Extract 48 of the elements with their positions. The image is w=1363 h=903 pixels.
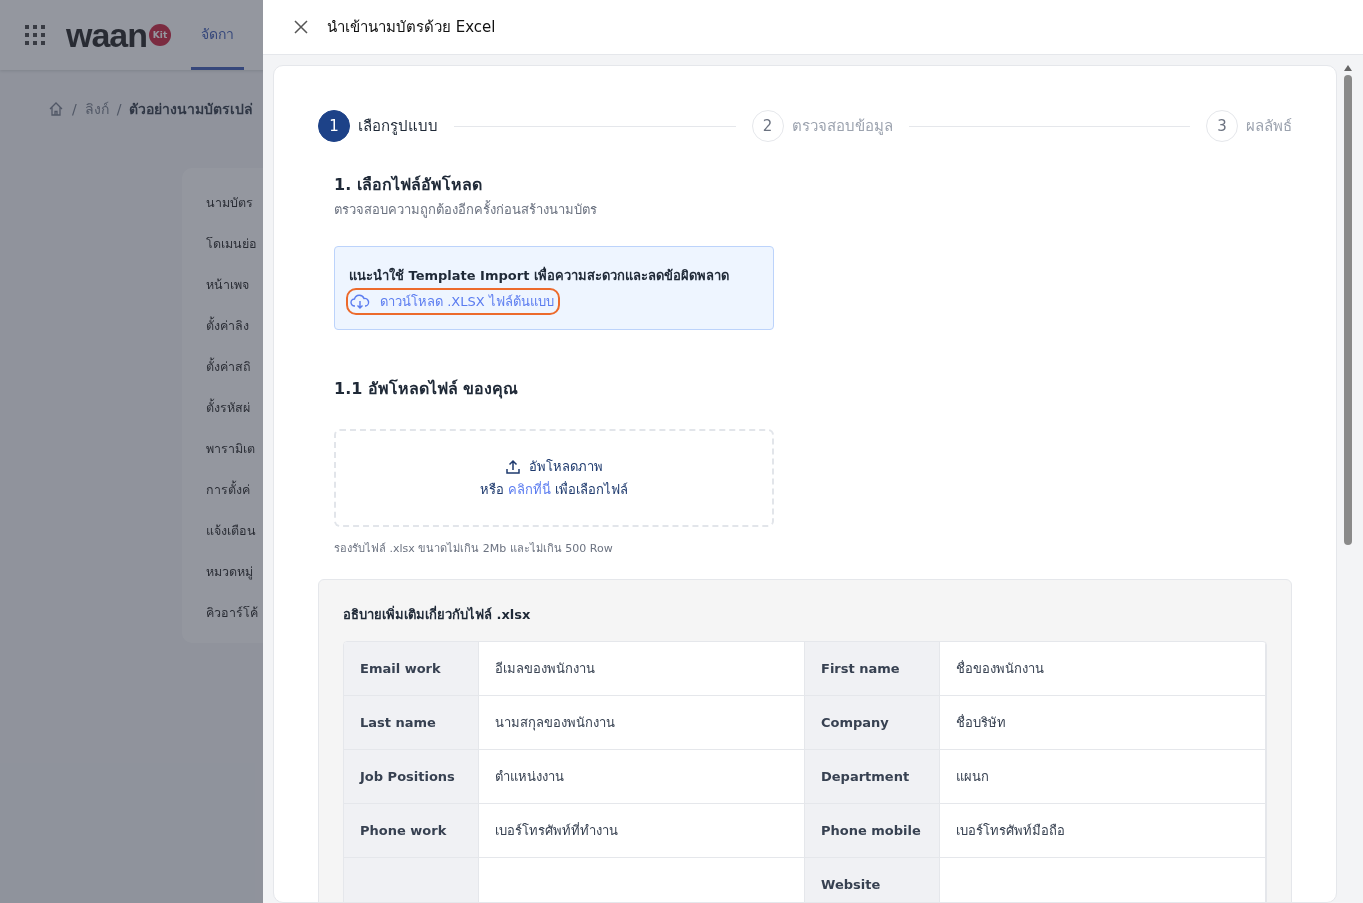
step[interactable]: 1 เลือกรูปแบบ <box>318 110 438 142</box>
breadcrumb-item[interactable]: ลิงก์ <box>84 98 109 120</box>
nav-tab[interactable]: จัดกา <box>191 0 245 70</box>
breadcrumb-item[interactable]: ตัวอย่างนามบัตรเปล่ <box>129 98 254 120</box>
field-description: ชื่อบริษัท <box>940 696 1266 750</box>
section-subtitle: ตรวจสอบความถูกต้องอีกครั้งก่อนสร้างนามบัตร <box>334 199 598 220</box>
menu-item[interactable]: การตั้งค่ <box>206 479 250 500</box>
upload-icon <box>505 458 521 475</box>
field-description: แผนก <box>940 750 1266 804</box>
apps-menu-icon[interactable] <box>24 24 46 46</box>
menu-item[interactable]: หมวดหมู่ <box>206 561 253 582</box>
step[interactable]: 3 ผลลัพธ์ <box>1206 110 1292 142</box>
field-label: Phone mobile <box>805 804 940 858</box>
notice-text: แนะนำใช้ Template Import เพื่อความสะดวกและลดข้อผิดพลาด <box>349 265 730 285</box>
upload-title: 1.1 อัพโหลดไฟล์ ของคุณ <box>334 378 520 401</box>
menu-item[interactable]: หน้าเพจ <box>206 274 249 295</box>
field-label: Company <box>805 696 940 750</box>
scroll-up-icon[interactable] <box>1344 65 1352 71</box>
menu-item[interactable]: โดเมนย่อ <box>206 233 257 254</box>
menu-item[interactable]: แจ้งเตือน <box>206 520 256 541</box>
menu-item[interactable]: พารามิเต <box>206 438 255 459</box>
download-link[interactable]: ดาวน์โหลด .XLSX ไฟล์ต้นแบบ <box>346 288 560 315</box>
field-label: Last name <box>344 696 479 750</box>
logo-badge: Kit <box>149 24 172 46</box>
field-label: First name <box>805 642 940 696</box>
field-label: Website <box>805 858 940 902</box>
info-title: อธิบายเพิ่มเติมเกี่ยวกับไฟล์ .xlsx <box>343 604 532 624</box>
field-label: Email work <box>344 642 479 696</box>
field-description: ชื่อของพนักงาน <box>940 642 1266 696</box>
menu-item[interactable]: นามบัตร <box>206 192 253 213</box>
step[interactable]: 2 ตรวจสอบข้อมูล <box>751 110 893 142</box>
field-label: Phone work <box>344 804 479 858</box>
section-title: 1. เลือกไฟล์อัพโหลด <box>334 174 483 196</box>
menu-item[interactable]: ตั้งค่าลิง <box>206 315 249 336</box>
file-dropzone[interactable]: อัพโหลดภาพ หรือ คลิกที่นี่ เพื่อเลือกไฟล์ <box>334 429 774 527</box>
drawer-title: นำเข้านามบัตรด้วย Excel <box>327 17 496 38</box>
menu-item[interactable]: คิวอาร์โค้ <box>206 602 258 623</box>
cloud-download-icon <box>350 293 370 310</box>
field-description: เบอร์โทรศัพท์มือถือ <box>940 804 1266 858</box>
home-icon[interactable] <box>48 101 64 117</box>
breadcrumb-separator: / <box>72 101 77 117</box>
logo-text: waan <box>66 18 148 52</box>
file-hint: รองรับไฟล์ .xlsx ขนาดไม่เกิน 2Mb และไม่เกิน 500 Row <box>334 541 614 557</box>
field-label: Department <box>805 750 940 804</box>
breadcrumb-separator: / <box>116 101 122 117</box>
field-label: Job Positions <box>344 750 479 804</box>
menu-item[interactable]: ตั้งรหัสผ่ <box>206 397 250 418</box>
menu-item[interactable]: ตั้งค่าสถิ <box>206 356 251 377</box>
